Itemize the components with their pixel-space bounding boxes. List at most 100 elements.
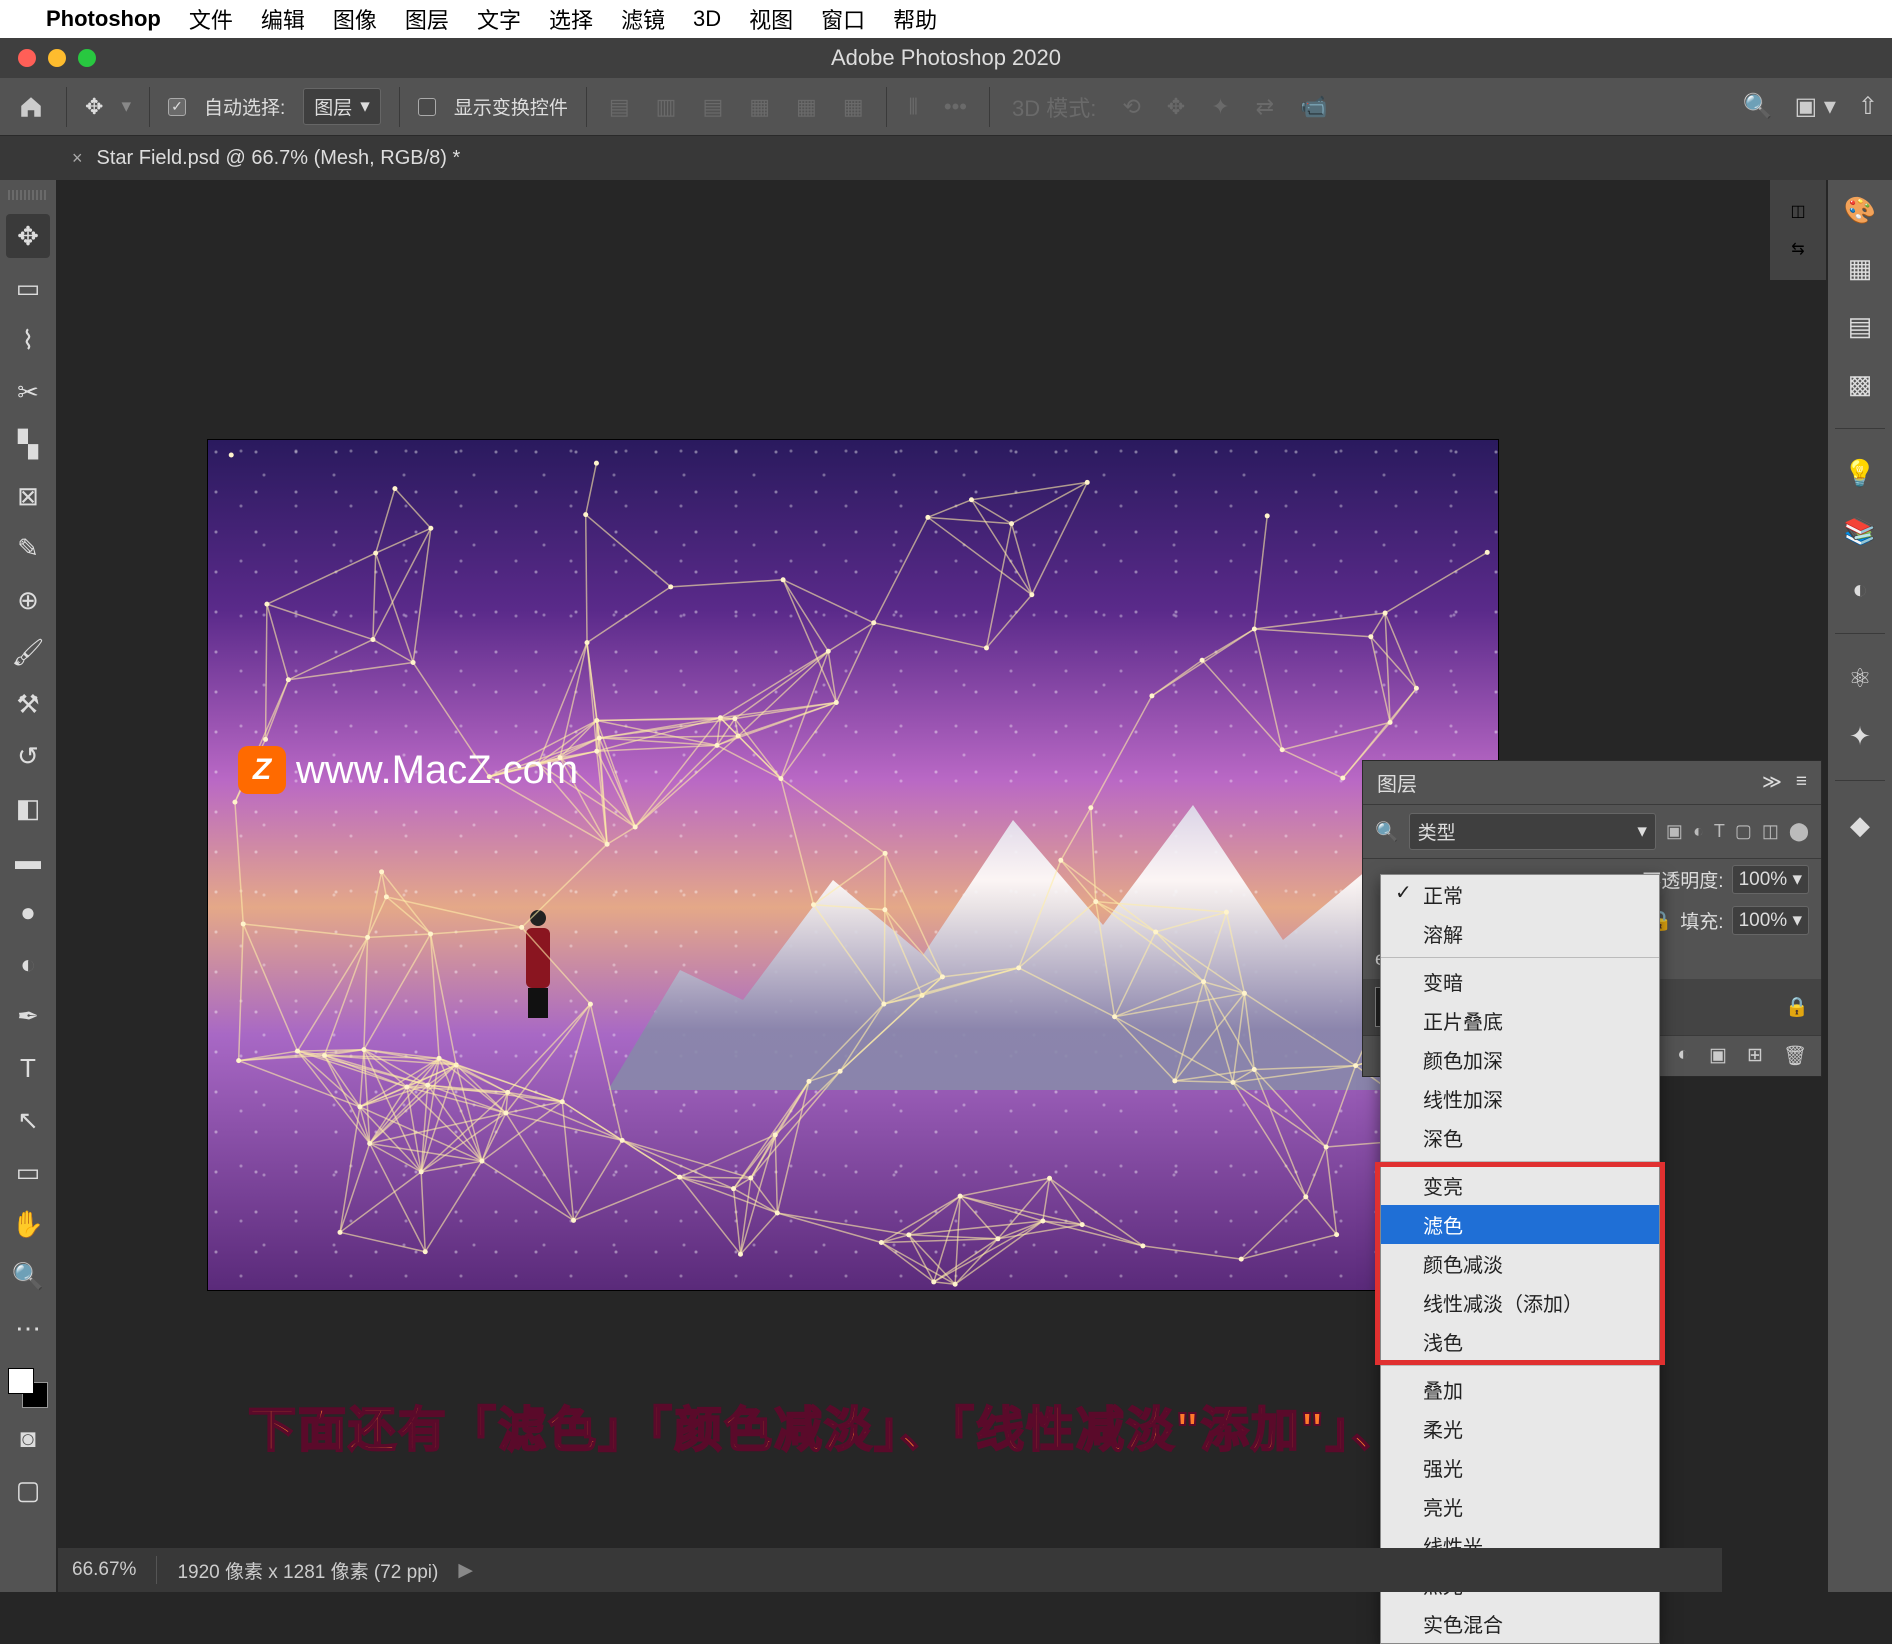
shape-tool[interactable]: ▭: [6, 1150, 50, 1194]
menu-type[interactable]: 文字: [477, 3, 521, 35]
lasso-tool[interactable]: ⌇: [6, 318, 50, 362]
group-icon[interactable]: ▣: [1709, 1044, 1727, 1068]
menu-view[interactable]: 视图: [749, 3, 793, 35]
menu-filter[interactable]: 滤镜: [621, 3, 665, 35]
window-maximize-button[interactable]: [78, 49, 96, 67]
stamp-tool[interactable]: ⚒: [6, 682, 50, 726]
blend-mode-item[interactable]: 深色: [1381, 1118, 1659, 1157]
adjustment-layer-icon[interactable]: ◐: [1678, 1044, 1689, 1068]
gradients-panel-icon[interactable]: ▤: [1840, 306, 1880, 346]
menu-select[interactable]: 选择: [549, 3, 593, 35]
screen-mode-toggle[interactable]: ▢: [6, 1468, 50, 1512]
search-icon[interactable]: 🔍: [1743, 92, 1773, 121]
blend-mode-dropdown[interactable]: 正常溶解变暗正片叠底颜色加深线性加深深色变亮滤色颜色减淡线性减淡（添加）浅色叠加…: [1380, 874, 1660, 1644]
lock-icon[interactable]: 🔒: [1785, 995, 1809, 1019]
blend-mode-item[interactable]: 变暗: [1381, 962, 1659, 1001]
zoom-tool[interactable]: 🔍: [6, 1254, 50, 1298]
status-arrow-icon[interactable]: ▶: [458, 1559, 473, 1582]
history-brush-tool[interactable]: ↺: [6, 734, 50, 778]
blend-mode-item[interactable]: 柔光: [1381, 1409, 1659, 1448]
blend-mode-item[interactable]: 线性减淡（添加）: [1381, 1283, 1659, 1322]
dodge-tool[interactable]: ◐: [6, 942, 50, 986]
layers-panel-tab[interactable]: 图层: [1377, 768, 1417, 797]
list-icon[interactable]: ⇆: [1791, 239, 1804, 259]
blend-mode-item[interactable]: 滤色: [1381, 1205, 1659, 1244]
quick-mask-toggle[interactable]: ◙: [6, 1416, 50, 1460]
canvas[interactable]: [208, 440, 1498, 1290]
foreground-color[interactable]: [8, 1368, 34, 1394]
app-name[interactable]: Photoshop: [46, 6, 161, 32]
adjustments-panel-icon[interactable]: ◐: [1840, 569, 1880, 609]
brush-tool[interactable]: 🖌: [6, 630, 50, 674]
auto-select-dropdown[interactable]: 图层▾: [303, 88, 381, 125]
blend-mode-item[interactable]: 叠加: [1381, 1370, 1659, 1409]
delete-layer-icon[interactable]: 🗑: [1783, 1044, 1807, 1068]
blur-tool[interactable]: ●: [6, 890, 50, 934]
quick-select-tool[interactable]: ✂: [6, 370, 50, 414]
blend-mode-item[interactable]: 正片叠底: [1381, 1001, 1659, 1040]
menu-image[interactable]: 图像: [333, 3, 377, 35]
crop-tool[interactable]: ▚: [6, 422, 50, 466]
filter-smart-icon[interactable]: ◫: [1762, 821, 1779, 842]
blend-mode-item[interactable]: 浅色: [1381, 1322, 1659, 1361]
menu-window[interactable]: 窗口: [821, 3, 865, 35]
status-dimensions[interactable]: 1920 像素 x 1281 像素 (72 ppi): [177, 1557, 438, 1584]
cube-3d-icon[interactable]: ◫: [1790, 201, 1805, 221]
type-tool[interactable]: T: [6, 1046, 50, 1090]
swatches-panel-icon[interactable]: ▦: [1840, 248, 1880, 288]
document-tab-label[interactable]: Star Field.psd @ 66.7% (Mesh, RGB/8) *: [97, 147, 461, 170]
blend-mode-item[interactable]: 正常: [1381, 875, 1659, 914]
blend-mode-item[interactable]: 强光: [1381, 1448, 1659, 1487]
auto-select-checkbox[interactable]: ✓: [168, 98, 186, 116]
path-select-tool[interactable]: ↖: [6, 1098, 50, 1142]
color-panel-icon[interactable]: 🎨: [1840, 190, 1880, 230]
paths-panel-icon[interactable]: ✦: [1840, 716, 1880, 756]
home-button[interactable]: [14, 90, 48, 124]
new-layer-icon[interactable]: ⊞: [1747, 1044, 1763, 1068]
patterns-panel-icon[interactable]: ▩: [1840, 364, 1880, 404]
filter-shape-icon[interactable]: ▢: [1735, 821, 1752, 842]
share-icon[interactable]: ⇧: [1858, 92, 1878, 121]
blend-mode-item[interactable]: 颜色加深: [1381, 1040, 1659, 1079]
menu-file[interactable]: 文件: [189, 3, 233, 35]
marquee-tool[interactable]: ▭: [6, 266, 50, 310]
opacity-value[interactable]: 100% ▾: [1732, 865, 1809, 894]
menu-layer[interactable]: 图层: [405, 3, 449, 35]
layers-panel-icon[interactable]: ◆: [1840, 805, 1880, 845]
workspace-icon[interactable]: ▣ ▾: [1795, 92, 1836, 121]
hand-tool[interactable]: ✋: [6, 1202, 50, 1246]
pen-tool[interactable]: ✒: [6, 994, 50, 1038]
filter-pixel-icon[interactable]: ▣: [1666, 821, 1683, 842]
frame-tool[interactable]: ⊠: [6, 474, 50, 518]
blend-mode-item[interactable]: 实色混合: [1381, 1604, 1659, 1643]
eyedropper-tool[interactable]: ✎: [6, 526, 50, 570]
color-swatch[interactable]: [8, 1368, 48, 1408]
blend-mode-item[interactable]: 亮光: [1381, 1487, 1659, 1526]
channels-panel-icon[interactable]: ⚛: [1840, 658, 1880, 698]
fill-value[interactable]: 100% ▾: [1732, 906, 1809, 935]
panel-menu-icon[interactable]: ≡: [1796, 771, 1807, 794]
expand-icon[interactable]: ≫: [1762, 771, 1782, 794]
status-zoom[interactable]: 66.67%: [72, 1559, 136, 1581]
window-minimize-button[interactable]: [48, 49, 66, 67]
eraser-tool[interactable]: ◧: [6, 786, 50, 830]
filter-adjustment-icon[interactable]: ◐: [1693, 821, 1704, 842]
healing-tool[interactable]: ⊕: [6, 578, 50, 622]
more-icon[interactable]: •••: [940, 94, 971, 120]
show-transform-checkbox[interactable]: [418, 98, 436, 116]
blend-mode-item[interactable]: 溶解: [1381, 914, 1659, 953]
window-close-button[interactable]: [18, 49, 36, 67]
menu-edit[interactable]: 编辑: [261, 3, 305, 35]
panel-grip[interactable]: [8, 190, 48, 200]
menu-3d[interactable]: 3D: [693, 6, 721, 32]
blend-mode-item[interactable]: 颜色减淡: [1381, 1244, 1659, 1283]
edit-toolbar[interactable]: ⋯: [6, 1306, 50, 1350]
blend-mode-item[interactable]: 变亮: [1381, 1166, 1659, 1205]
blend-mode-item[interactable]: 线性加深: [1381, 1079, 1659, 1118]
properties-panel-icon[interactable]: 💡: [1840, 453, 1880, 493]
filter-toggle-icon[interactable]: ⬤: [1789, 821, 1809, 842]
libraries-panel-icon[interactable]: 📚: [1840, 511, 1880, 551]
menu-help[interactable]: 帮助: [893, 3, 937, 35]
filter-type-dropdown[interactable]: 类型▾: [1409, 813, 1656, 850]
filter-type-icon[interactable]: T: [1714, 821, 1725, 842]
